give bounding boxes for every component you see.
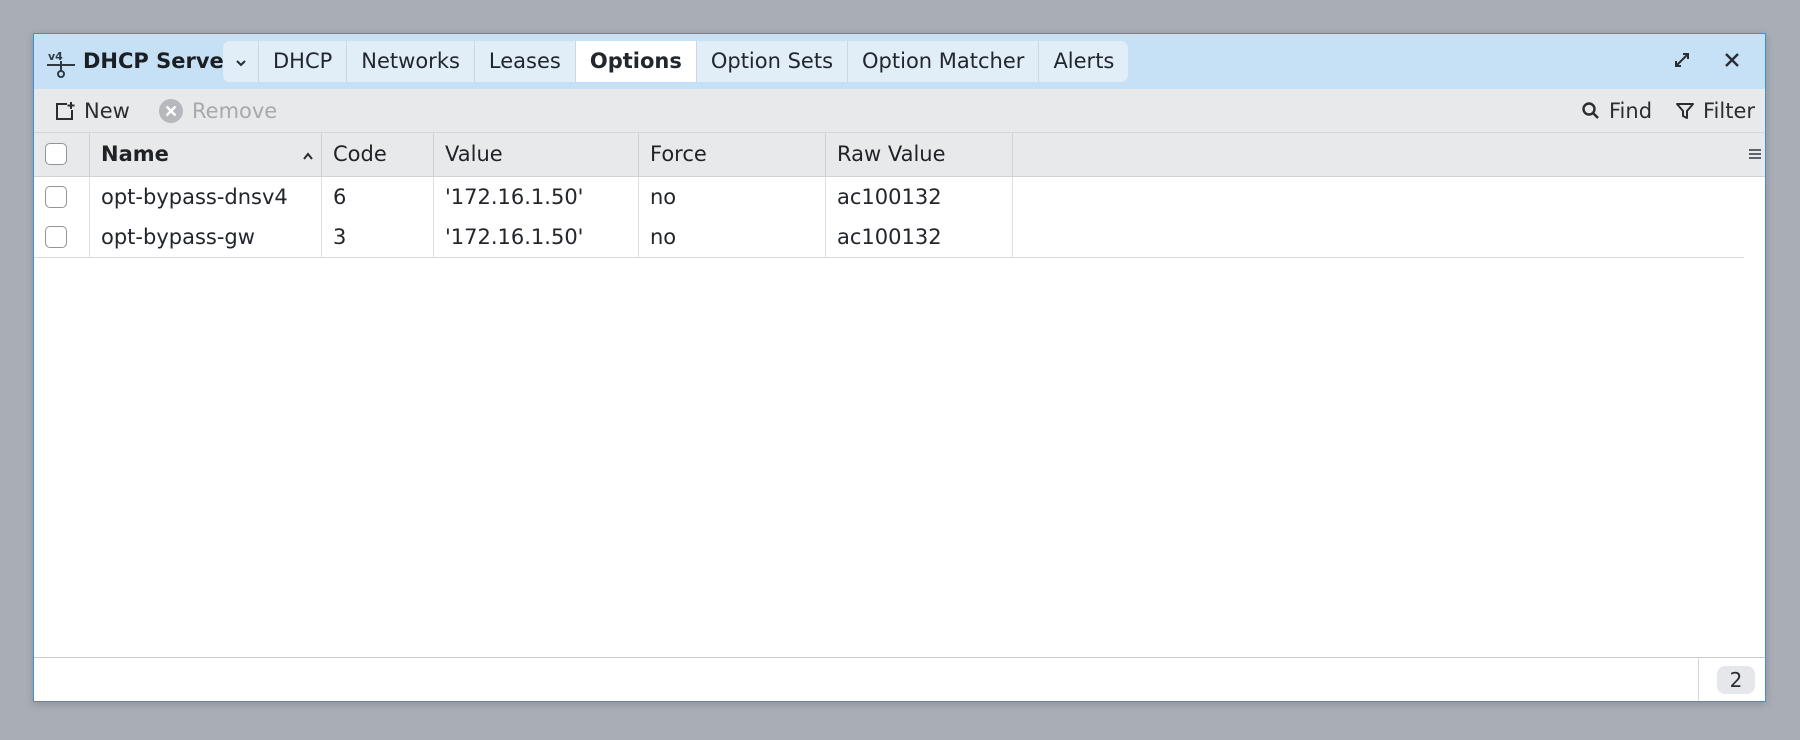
column-header-force[interactable]: Force <box>639 133 826 176</box>
cell-force: no <box>639 217 826 257</box>
row-checkbox[interactable] <box>45 186 67 208</box>
tab-networks[interactable]: Networks <box>347 41 475 82</box>
find-label: Find <box>1609 98 1653 123</box>
cell-raw-value: ac100132 <box>826 217 1013 257</box>
chevron-down-icon <box>234 41 248 82</box>
ipv4-network-icon: v4 <box>46 48 76 78</box>
column-header-raw-value[interactable]: Raw Value <box>826 133 1013 176</box>
table-row[interactable]: opt-bypass-dnsv4 6 '172.16.1.50' no ac10… <box>34 177 1744 218</box>
add-item-icon <box>54 100 76 122</box>
maximize-button[interactable] <box>1667 47 1697 77</box>
sort-ascending-icon <box>301 133 315 176</box>
column-header-code[interactable]: Code <box>322 133 434 176</box>
row-select-cell <box>34 217 90 257</box>
new-label: New <box>84 98 130 123</box>
cell-force: no <box>639 177 826 217</box>
close-button[interactable] <box>1717 47 1747 77</box>
remove-button[interactable]: Remove <box>158 89 277 132</box>
tab-alerts[interactable]: Alerts <box>1039 41 1128 82</box>
remove-circle-icon <box>158 98 184 124</box>
title-bar: v4 DHCP Server DHCP Networks Leases Opti… <box>34 34 1765 89</box>
tab-option-sets[interactable]: Option Sets <box>697 41 849 82</box>
tab-options[interactable]: Options <box>575 41 697 82</box>
toolbar: New Remove Find Filter <box>34 89 1765 133</box>
new-button[interactable]: New <box>54 89 130 132</box>
column-menu-icon[interactable] <box>1747 145 1763 163</box>
status-bar: 2 <box>34 657 1765 701</box>
select-all-cell <box>34 133 90 176</box>
close-icon <box>1723 51 1741 73</box>
tab-dhcp[interactable]: DHCP <box>259 41 348 82</box>
row-select-cell <box>34 177 90 217</box>
filter-icon <box>1675 101 1695 121</box>
tab-leases[interactable]: Leases <box>475 41 576 82</box>
cell-code: 6 <box>322 177 434 217</box>
filter-label: Filter <box>1703 98 1756 123</box>
footer-divider <box>1698 658 1699 701</box>
tab-option-matcher[interactable]: Option Matcher <box>848 41 1040 82</box>
cell-name: opt-bypass-gw <box>90 217 322 257</box>
tab-menu-dropdown[interactable] <box>223 41 259 82</box>
search-icon <box>1581 101 1601 121</box>
cell-name: opt-bypass-dnsv4 <box>90 177 322 217</box>
dhcp-server-window: v4 DHCP Server DHCP Networks Leases Opti… <box>33 33 1766 702</box>
table-header: Name Code Value Force Raw Value <box>34 133 1765 177</box>
find-button[interactable]: Find <box>1581 89 1652 132</box>
column-header-value[interactable]: Value <box>434 133 639 176</box>
cell-code: 3 <box>322 217 434 257</box>
row-checkbox[interactable] <box>45 226 67 248</box>
record-count-badge: 2 <box>1717 666 1755 694</box>
table-row[interactable]: opt-bypass-gw 3 '172.16.1.50' no ac10013… <box>34 217 1744 258</box>
select-all-checkbox[interactable] <box>45 143 67 165</box>
cell-value: '172.16.1.50' <box>434 217 639 257</box>
tab-bar: DHCP Networks Leases Options Option Sets… <box>223 41 1129 82</box>
column-header-name[interactable]: Name <box>90 133 322 176</box>
remove-label: Remove <box>192 98 278 123</box>
cell-value: '172.16.1.50' <box>434 177 639 217</box>
app-title: DHCP Server <box>83 49 235 73</box>
column-name-label: Name <box>101 142 169 166</box>
cell-raw-value: ac100132 <box>826 177 1013 217</box>
expand-icon <box>1673 51 1691 73</box>
filter-button[interactable]: Filter <box>1675 89 1755 132</box>
